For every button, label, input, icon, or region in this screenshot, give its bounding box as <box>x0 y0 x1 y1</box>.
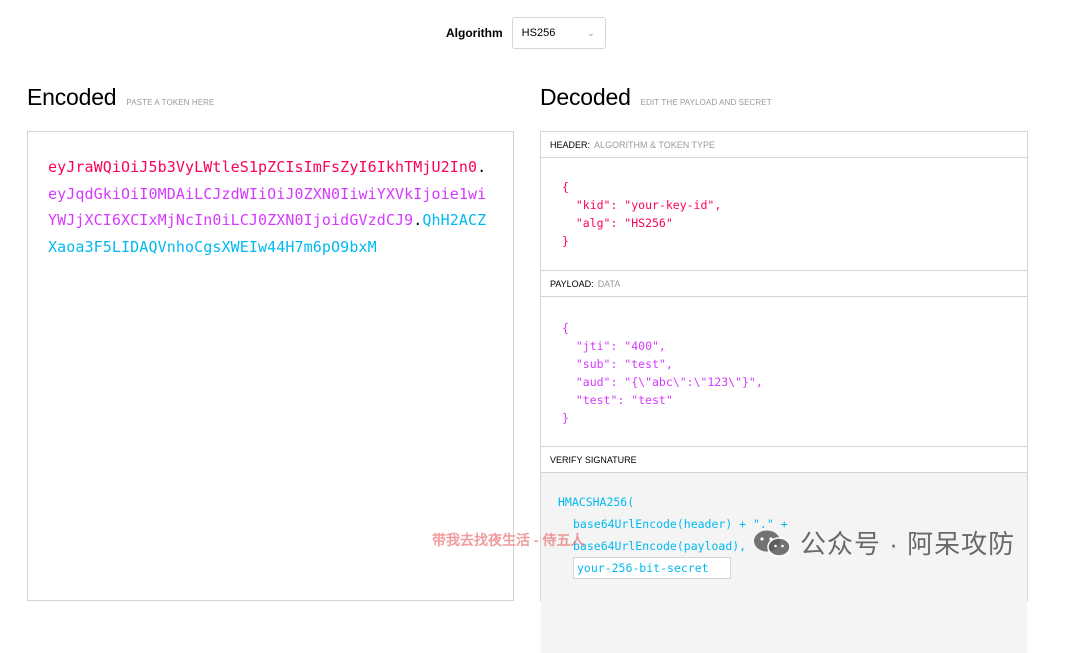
token-dot: . <box>477 158 487 176</box>
signature-section-label: VERIFY SIGNATURE <box>550 454 637 465</box>
chevron-down-icon: ⌄ <box>587 27 595 38</box>
encoded-title: Encoded <box>27 84 117 110</box>
header-section-sub: ALGORITHM & TOKEN TYPE <box>594 139 716 150</box>
token-dot: . <box>413 211 423 229</box>
wechat-icon <box>754 530 791 557</box>
payload-section-title: PAYLOAD: DATA <box>541 271 1027 297</box>
encoded-heading: Encoded PASTE A TOKEN HERE <box>27 84 214 111</box>
algorithm-label: Algorithm <box>446 26 503 40</box>
header-section-label: HEADER: <box>550 139 591 150</box>
token-header-part: eyJraWQiOiJ5b3VyLWtleS1pZCIsImFsZyI6IkhT… <box>48 158 478 176</box>
payload-json-editor[interactable]: { "jti": "400", "sub": "test", "aud": "{… <box>541 297 1027 447</box>
header-json-editor[interactable]: { "kid": "your-key-id", "alg": "HS256" } <box>541 158 1027 271</box>
encoded-hint: PASTE A TOKEN HERE <box>126 98 215 107</box>
secret-input[interactable] <box>573 557 731 579</box>
red-watermark: 带我去找夜生活 - 侍五人 <box>432 532 585 548</box>
signature-function-line: HMACSHA256( <box>558 495 635 509</box>
decoded-title: Decoded <box>540 84 631 110</box>
payload-section-label: PAYLOAD: <box>550 278 594 289</box>
algorithm-row: Algorithm HS256 ⌄ <box>446 16 606 50</box>
decoded-heading: Decoded EDIT THE PAYLOAD AND SECRET <box>540 84 772 111</box>
wechat-watermark-text: 公众号 · 阿呆攻防 <box>800 529 1016 559</box>
decoded-hint: EDIT THE PAYLOAD AND SECRET <box>640 98 772 107</box>
algorithm-selected-value: HS256 <box>521 27 556 39</box>
wechat-watermark: 公众号 · 阿呆攻防 <box>752 524 1015 561</box>
algorithm-select[interactable]: HS256 ⌄ <box>511 17 606 49</box>
signature-section-title: VERIFY SIGNATURE <box>541 447 1027 473</box>
header-section-title: HEADER: ALGORITHM & TOKEN TYPE <box>541 132 1027 158</box>
signature-body: HMACSHA256( base64UrlEncode(header) + ".… <box>541 473 1027 653</box>
payload-section-sub: DATA <box>597 278 621 289</box>
